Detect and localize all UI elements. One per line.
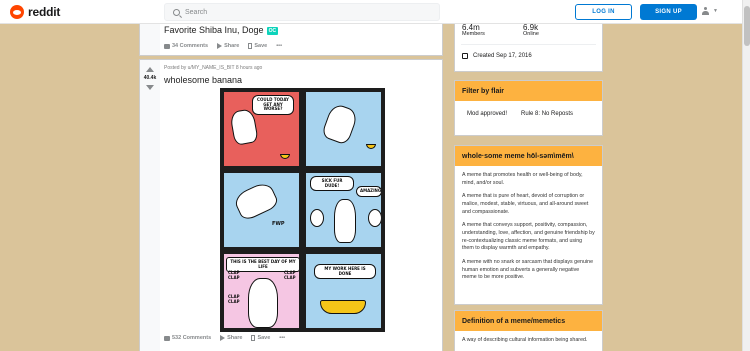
- comments-button[interactable]: 34 Comments: [164, 43, 208, 49]
- card-title: Filter by flair: [455, 81, 602, 101]
- flair-list: Mod approved! Rule 8: No Reposts: [455, 101, 602, 127]
- banana-icon: [320, 300, 366, 314]
- search-input[interactable]: Search: [164, 3, 440, 21]
- search-placeholder: Search: [185, 8, 208, 16]
- save-button[interactable]: Save: [251, 335, 270, 341]
- post-image[interactable]: COULD TODAY GET ANY WORSE? FWP SICK FUR …: [220, 88, 385, 332]
- oc-badge: OC: [266, 26, 279, 35]
- save-label: Save: [254, 43, 268, 49]
- share-icon: [220, 335, 226, 341]
- comic-panel: MY WORK HERE IS DONE: [304, 252, 383, 330]
- reddit-alien-icon: [10, 5, 24, 19]
- top-nav-bar: reddit Search LOG IN SIGN UP ▼: [0, 0, 742, 24]
- logo-text: reddit: [28, 5, 61, 19]
- comic-figure: [334, 199, 356, 243]
- post-title[interactable]: wholesome banana: [164, 75, 242, 85]
- definition-paragraph: A meme with no snark or sarcasm that dis…: [462, 259, 594, 281]
- comment-icon: [164, 43, 170, 49]
- banana-icon: [366, 144, 376, 149]
- card-title: whole·some meme hōl-səm\mēm\: [455, 146, 602, 166]
- definition-paragraph: A meme that promotes health or well-bein…: [462, 172, 583, 186]
- vote-score: 40.4k: [143, 75, 157, 81]
- sound-effect: CLAP CLAP: [228, 270, 240, 280]
- upvote-icon[interactable]: [146, 67, 154, 72]
- comments-label: 34 Comments: [172, 43, 209, 49]
- online-label: Online: [523, 31, 539, 37]
- members-label: Members: [462, 31, 485, 37]
- downvote-icon[interactable]: [146, 85, 154, 90]
- share-label: Share: [224, 43, 240, 49]
- comic-figure: [231, 179, 281, 223]
- share-icon: [217, 43, 223, 49]
- comic-panel: THIS IS THE BEST DAY OF MY LIFE CLAP CLA…: [222, 252, 301, 330]
- comic-figure: [368, 209, 381, 227]
- more-options-button[interactable]: •••: [276, 43, 282, 49]
- signup-button[interactable]: SIGN UP: [640, 4, 697, 20]
- memetics-card: Definition of a meme/memetics A way of d…: [454, 310, 603, 351]
- card-title: Definition of a meme/memetics: [455, 311, 602, 331]
- save-icon: [251, 335, 256, 341]
- save-icon: [248, 43, 253, 49]
- comic-panel: COULD TODAY GET ANY WORSE?: [222, 90, 301, 168]
- speech-bubble: COULD TODAY GET ANY WORSE?: [252, 95, 294, 115]
- speech-bubble: SICK FUR DUDE!: [310, 176, 354, 192]
- login-button[interactable]: LOG IN: [575, 4, 632, 20]
- divider: [461, 44, 596, 45]
- sound-effect: CLAP CLAP: [228, 294, 240, 304]
- share-button[interactable]: Share: [220, 335, 242, 341]
- post-card[interactable]: 40.4k Posted by u/MY_NAME_IS_BIT 8 hours…: [139, 59, 443, 351]
- comic-panel: SICK FUR DUDE! AMAZING!: [304, 171, 383, 249]
- speech-bubble: MY WORK HERE IS DONE: [314, 264, 376, 280]
- comic-figure: [320, 102, 360, 146]
- flair-item[interactable]: Rule 8: No Reposts: [521, 111, 573, 117]
- reddit-logo[interactable]: reddit: [10, 5, 60, 19]
- vote-column: 40.4k: [140, 60, 160, 351]
- search-icon: [173, 8, 180, 16]
- definition-paragraph: A meme that conveys support, positivity,…: [462, 222, 595, 252]
- comic-figure: [248, 278, 278, 328]
- comment-icon: [164, 335, 170, 341]
- definition-card: whole·some meme hōl-səm\mēm\ A meme that…: [454, 145, 603, 305]
- speech-bubble: AMAZING!: [356, 186, 381, 197]
- comic-figure: [310, 209, 324, 227]
- definition-paragraph: A meme that is pure of heart, devoid of …: [462, 193, 589, 215]
- sound-effect: FWP: [272, 221, 285, 227]
- post-actions: 532 Comments Share Save •••: [164, 335, 285, 341]
- user-dropdown[interactable]: ▼: [702, 7, 718, 15]
- chevron-down-icon: ▼: [713, 8, 718, 14]
- save-label: Save: [257, 335, 271, 341]
- post-actions: 34 Comments Share Save •••: [164, 43, 282, 49]
- comic-panel: FWP: [222, 171, 301, 249]
- share-label: Share: [227, 335, 243, 341]
- flair-item[interactable]: Mod approved!: [467, 111, 507, 117]
- cake-icon: [462, 53, 468, 59]
- created-date: Created Sep 17, 2016: [462, 53, 532, 59]
- definition-body: A way of describing cultural information…: [462, 337, 588, 343]
- page-scrollbar[interactable]: [742, 0, 750, 351]
- user-icon: [702, 7, 709, 15]
- post-title[interactable]: Favorite Shiba Inu, Doge OC: [164, 25, 279, 35]
- flair-filter-card: Filter by flair Mod approved! Rule 8: No…: [454, 80, 603, 136]
- comments-label: 532 Comments: [172, 335, 212, 341]
- comments-button[interactable]: 532 Comments: [164, 335, 211, 341]
- sound-effect: CLAP CLAP: [284, 270, 296, 280]
- definition-body: A meme that promotes health or well-bein…: [455, 166, 602, 294]
- post-title-text[interactable]: Favorite Shiba Inu, Doge: [164, 25, 264, 35]
- banana-icon: [280, 154, 290, 159]
- more-options-button[interactable]: •••: [279, 335, 285, 341]
- save-button[interactable]: Save: [248, 43, 267, 49]
- share-button[interactable]: Share: [217, 43, 239, 49]
- created-text: Created Sep 17, 2016: [473, 53, 532, 59]
- post-meta[interactable]: Posted by u/MY_NAME_IS_BIT 8 hours ago: [164, 65, 262, 71]
- comic-panel: [304, 90, 383, 168]
- scrollbar-thumb[interactable]: [744, 6, 750, 46]
